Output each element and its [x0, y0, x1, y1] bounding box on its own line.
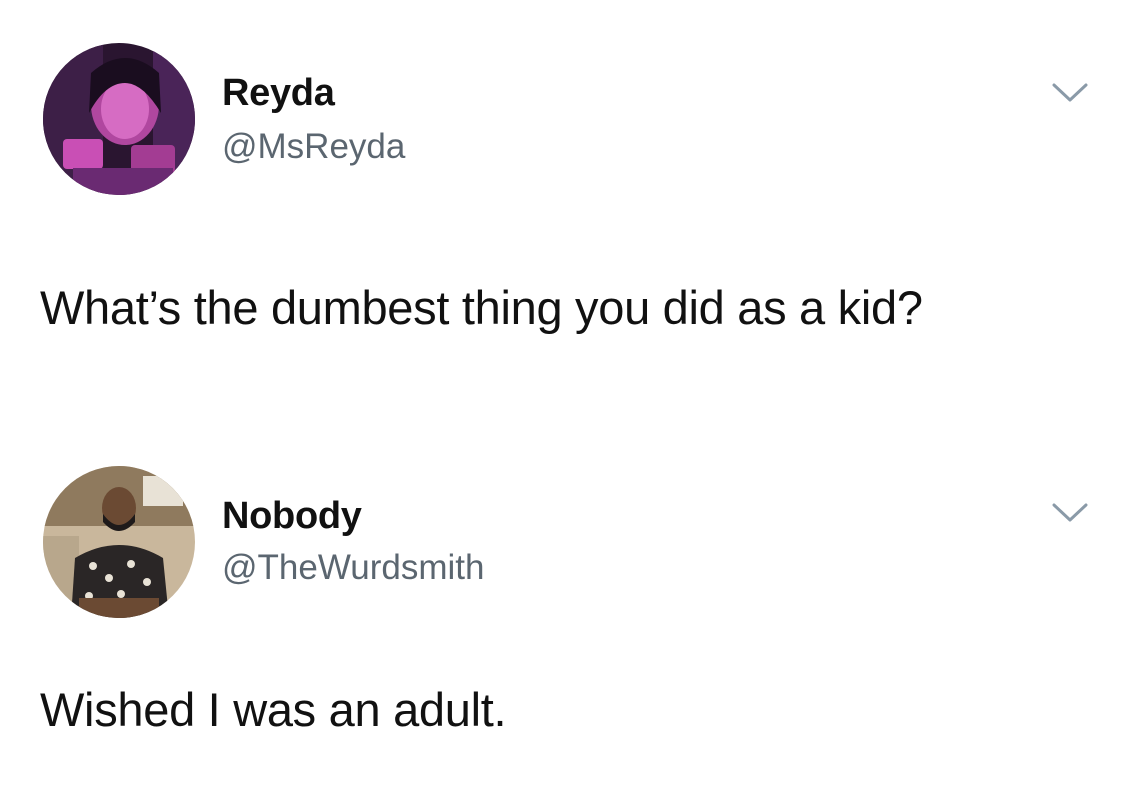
chevron-down-icon[interactable] [1050, 80, 1090, 106]
avatar-reyda[interactable] [43, 43, 195, 195]
display-name[interactable]: Nobody [222, 495, 362, 538]
avatar-reyda-image [43, 43, 195, 195]
display-name[interactable]: Reyda [222, 72, 335, 115]
tweet-nobody[interactable]: Nobody @TheWurdsmith Wished I was an adu… [0, 440, 1125, 805]
avatar-nobody-image [43, 466, 195, 618]
tweet-text: What’s the dumbest thing you did as a ki… [40, 281, 923, 334]
tweet-reyda[interactable]: Reyda @MsReyda What’s the dumbest thing … [0, 0, 1125, 440]
user-handle[interactable]: @TheWurdsmith [222, 548, 484, 588]
user-handle[interactable]: @MsReyda [222, 127, 405, 167]
chevron-down-icon[interactable] [1050, 500, 1090, 526]
tweet-text: Wished I was an adult. [40, 683, 507, 736]
avatar-nobody[interactable] [43, 466, 195, 618]
